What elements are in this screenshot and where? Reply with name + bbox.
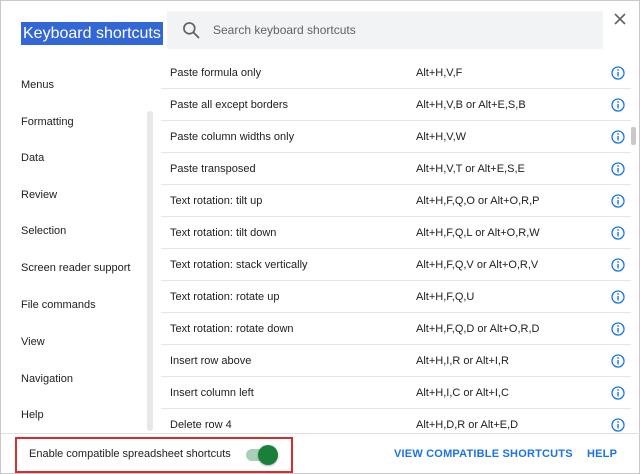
table-row: Paste all except borders Alt+H,V,B or Al…: [161, 89, 631, 121]
info-icon[interactable]: [611, 162, 625, 176]
sidebar-item-review[interactable]: Review: [21, 187, 57, 203]
info-icon[interactable]: [611, 130, 625, 144]
table-row: Text rotation: rotate down Alt+H,F,Q,D o…: [161, 313, 631, 345]
toggle-knob: [258, 445, 278, 465]
category-sidebar: Menus Formatting Data Review Selection S…: [1, 63, 156, 433]
shortcut-name: Text rotation: tilt up: [170, 195, 263, 207]
shortcut-keys: Alt+H,V,W: [416, 131, 467, 143]
search-icon: [183, 22, 200, 39]
search-input[interactable]: [213, 11, 593, 49]
sidebar-scrollbar[interactable]: [147, 111, 153, 431]
shortcut-name: Text rotation: stack vertically: [170, 259, 308, 271]
shortcut-keys: Alt+H,F,Q,V or Alt+O,R,V: [416, 259, 539, 271]
table-row: Text rotation: tilt down Alt+H,F,Q,L or …: [161, 217, 631, 249]
info-icon[interactable]: [611, 290, 625, 304]
shortcut-name: Text rotation: rotate up: [170, 291, 280, 303]
compatible-shortcuts-label: Enable compatible spreadsheet shortcuts: [29, 448, 231, 460]
table-row: Paste transposed Alt+H,V,T or Alt+E,S,E: [161, 153, 631, 185]
help-link[interactable]: HELP: [587, 448, 617, 460]
table-row: Insert column left Alt+H,I,C or Alt+I,C: [161, 377, 631, 409]
info-icon[interactable]: [611, 98, 625, 112]
shortcut-name: Paste transposed: [170, 163, 256, 175]
shortcut-keys: Alt+H,V,T or Alt+E,S,E: [416, 163, 525, 175]
shortcut-keys: Alt+H,V,F: [416, 67, 463, 79]
dialog-title: Keyboard shortcuts: [21, 22, 163, 45]
shortcut-keys: Alt+H,F,Q,O or Alt+O,R,P: [416, 195, 540, 207]
sidebar-item-navigation[interactable]: Navigation: [21, 371, 73, 387]
info-icon[interactable]: [611, 354, 625, 368]
table-row: Text rotation: rotate up Alt+H,F,Q,U: [161, 281, 631, 313]
search-box[interactable]: [167, 11, 603, 49]
info-icon[interactable]: [611, 258, 625, 272]
compatible-shortcuts-toggle[interactable]: [246, 444, 280, 466]
table-row: Text rotation: stack vertically Alt+H,F,…: [161, 249, 631, 281]
table-row: Text rotation: tilt up Alt+H,F,Q,O or Al…: [161, 185, 631, 217]
shortcut-name: Text rotation: rotate down: [170, 323, 294, 335]
shortcut-name: Paste formula only: [170, 67, 262, 79]
sidebar-item-view[interactable]: View: [21, 334, 45, 350]
table-row: Paste formula only Alt+H,V,F: [161, 57, 631, 89]
shortcut-keys: Alt+H,I,C or Alt+I,C: [416, 387, 509, 399]
sidebar-item-selection[interactable]: Selection: [21, 223, 66, 239]
shortcut-keys: Alt+H,F,Q,D or Alt+O,R,D: [416, 323, 540, 335]
shortcut-keys: Alt+H,D,R or Alt+E,D: [416, 419, 519, 431]
close-icon[interactable]: [612, 11, 628, 27]
table-row: Paste column widths only Alt+H,V,W: [161, 121, 631, 153]
info-icon[interactable]: [611, 66, 625, 80]
dialog-header: Keyboard shortcuts: [1, 1, 640, 63]
sidebar-item-file-commands[interactable]: File commands: [21, 297, 96, 313]
sidebar-item-data[interactable]: Data: [21, 150, 44, 166]
info-icon[interactable]: [611, 194, 625, 208]
view-compatible-shortcuts-link[interactable]: VIEW COMPATIBLE SHORTCUTS: [394, 448, 573, 460]
shortcut-list: Paste formula only Alt+H,V,F Paste all e…: [161, 57, 631, 433]
shortcut-name: Paste all except borders: [170, 99, 289, 111]
table-row: Delete row 4 Alt+H,D,R or Alt+E,D: [161, 409, 631, 433]
shortcut-keys: Alt+H,V,B or Alt+E,S,B: [416, 99, 526, 111]
dialog-footer: Enable compatible spreadsheet shortcuts …: [1, 433, 640, 474]
info-icon[interactable]: [611, 418, 625, 432]
keyboard-shortcuts-dialog: Keyboard shortcuts Menus Formatting Data…: [0, 0, 640, 474]
list-scrollbar[interactable]: [631, 127, 636, 145]
table-row: Insert row above Alt+H,I,R or Alt+I,R: [161, 345, 631, 377]
shortcut-keys: Alt+H,F,Q,L or Alt+O,R,W: [416, 227, 540, 239]
shortcut-name: Insert row above: [170, 355, 252, 367]
sidebar-item-formatting[interactable]: Formatting: [21, 114, 74, 130]
sidebar-item-menus[interactable]: Menus: [21, 77, 54, 93]
sidebar-item-screen-reader-support[interactable]: Screen reader support: [21, 260, 130, 276]
shortcut-name: Text rotation: tilt down: [170, 227, 277, 239]
shortcut-name: Insert column left: [170, 387, 254, 399]
sidebar-item-help[interactable]: Help: [21, 407, 44, 423]
info-icon[interactable]: [611, 386, 625, 400]
info-icon[interactable]: [611, 226, 625, 240]
shortcut-keys: Alt+H,F,Q,U: [416, 291, 475, 303]
info-icon[interactable]: [611, 322, 625, 336]
shortcut-name: Delete row 4: [170, 419, 232, 431]
shortcut-keys: Alt+H,I,R or Alt+I,R: [416, 355, 509, 367]
shortcut-name: Paste column widths only: [170, 131, 295, 143]
